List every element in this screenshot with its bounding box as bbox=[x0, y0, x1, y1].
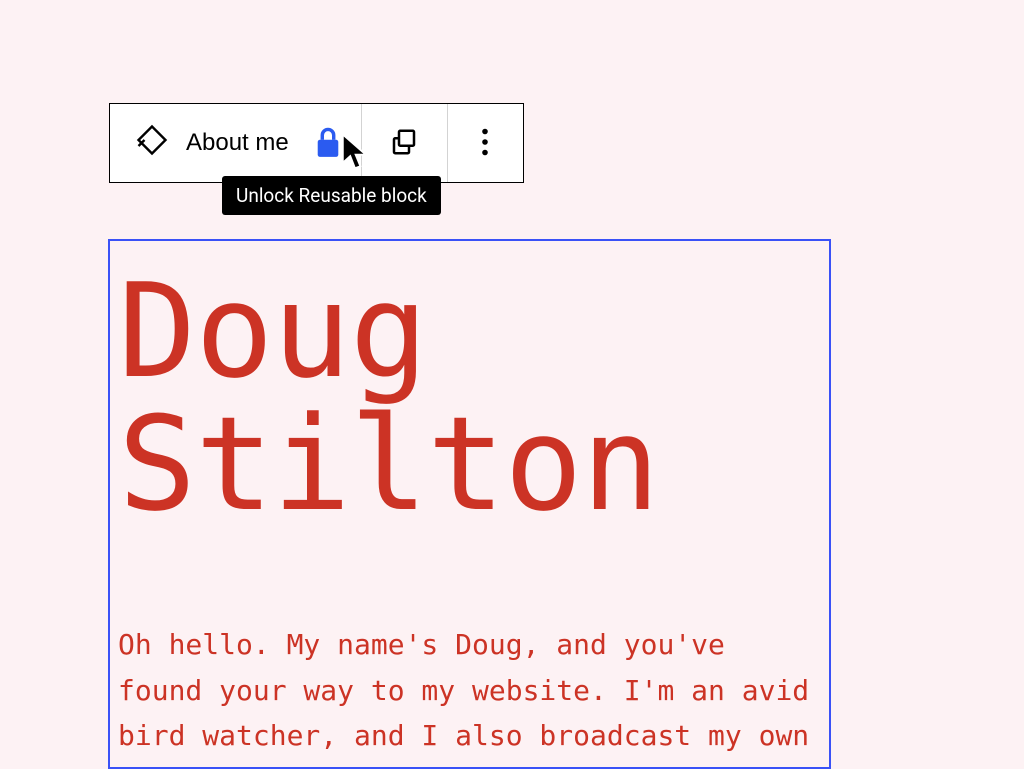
more-options-button[interactable] bbox=[448, 104, 523, 182]
tooltip: Unlock Reusable block bbox=[222, 176, 441, 215]
copy-button[interactable] bbox=[362, 104, 447, 182]
block-toolbar: About me bbox=[109, 103, 524, 183]
intro-paragraph[interactable]: Oh hello. My name's Doug, and you've fou… bbox=[118, 622, 823, 769]
more-vertical-icon bbox=[481, 128, 489, 159]
block-type-button[interactable]: About me bbox=[110, 104, 309, 182]
lock-button[interactable] bbox=[309, 104, 361, 182]
tooltip-text: Unlock Reusable block bbox=[236, 184, 427, 207]
copy-icon bbox=[389, 127, 419, 160]
reusable-block-icon bbox=[134, 122, 170, 165]
page-heading[interactable]: Doug Stilton bbox=[118, 265, 823, 530]
reusable-block-content[interactable]: Doug Stilton Oh hello. My name's Doug, a… bbox=[108, 239, 831, 769]
more-group bbox=[448, 104, 523, 182]
block-type-group: About me bbox=[110, 104, 362, 182]
copy-group bbox=[362, 104, 448, 182]
block-type-label: About me bbox=[186, 129, 289, 157]
lock-icon bbox=[314, 126, 342, 161]
